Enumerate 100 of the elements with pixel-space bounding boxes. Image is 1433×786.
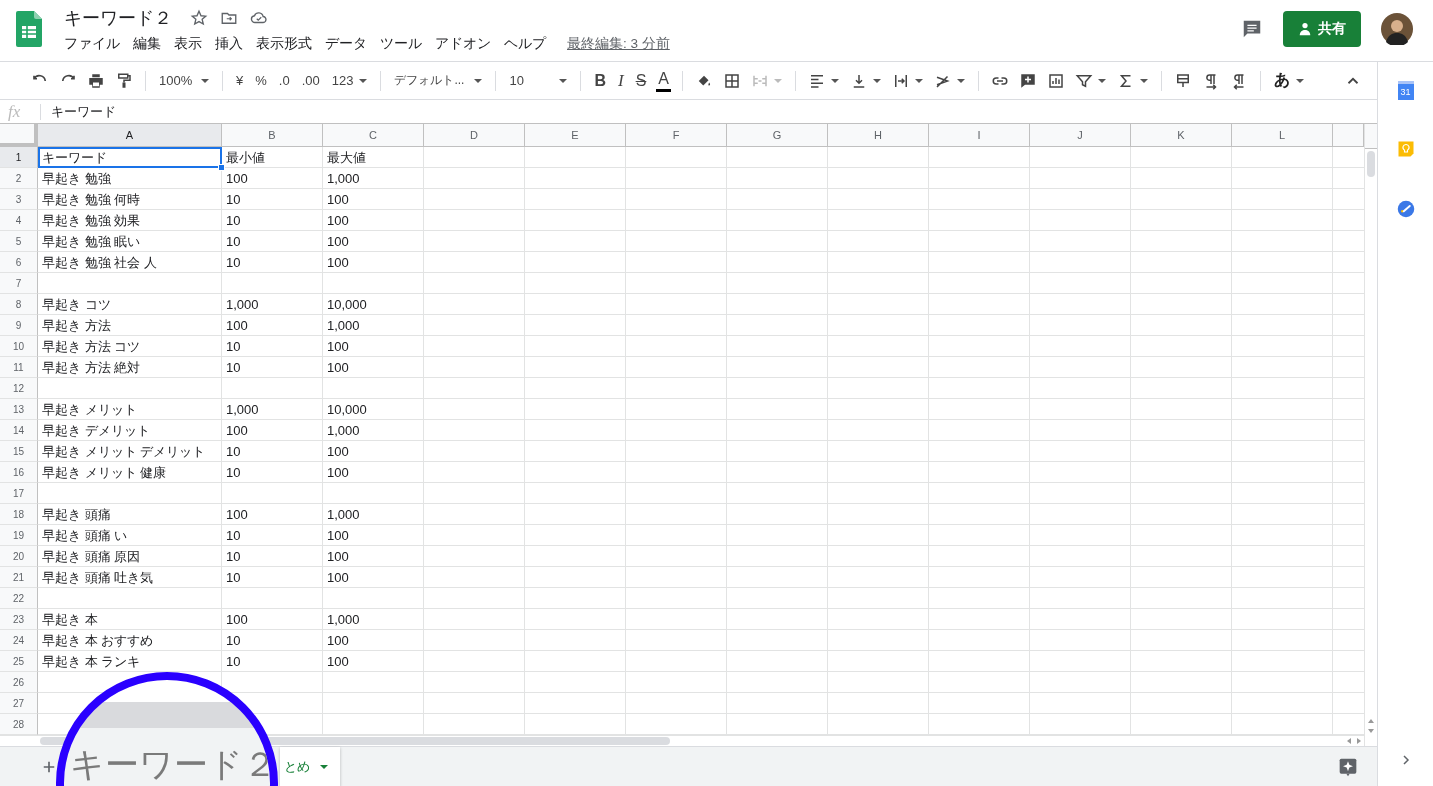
- table-cell-text: 1,000: [326, 506, 361, 524]
- currency-button[interactable]: ¥: [230, 67, 250, 94]
- row-header[interactable]: 25: [0, 651, 38, 672]
- row-header[interactable]: 23: [0, 609, 38, 630]
- table-cell-text: 100: [225, 506, 249, 524]
- strikethrough-button[interactable]: S: [629, 67, 653, 94]
- table-cell-text: 早起き 勉強 効果: [41, 211, 142, 230]
- sheet-tab[interactable]: とめ: [280, 746, 340, 786]
- input-tools-dropdown[interactable]: あ: [1268, 67, 1310, 94]
- column-header[interactable]: B: [222, 124, 323, 147]
- table-cell-text: 100: [326, 359, 350, 377]
- table-cell-text: 10: [225, 191, 242, 209]
- table-cell-text: 早起き メリット デメリット: [41, 442, 207, 461]
- vertical-scrollbar-thumb[interactable]: [1367, 151, 1375, 177]
- decrease-decimal-button[interactable]: .0: [272, 67, 296, 94]
- scroll-down-icon[interactable]: [1368, 729, 1374, 733]
- table-cell-text: 10,000: [326, 401, 368, 419]
- column-header[interactable]: C: [323, 124, 424, 147]
- bold-button[interactable]: B: [588, 67, 612, 94]
- sheets-logo-icon[interactable]: [16, 11, 42, 47]
- row-header[interactable]: 11: [0, 357, 38, 378]
- caret-icon[interactable]: [1098, 78, 1106, 83]
- menu-item[interactable]: アドオン: [435, 35, 491, 53]
- row-header[interactable]: 27: [0, 693, 38, 714]
- menu-item[interactable]: ファイル: [64, 35, 120, 53]
- column-header[interactable]: I: [929, 124, 1030, 147]
- zoom-dropdown[interactable]: 100%: [153, 67, 215, 94]
- share-button[interactable]: 共有: [1283, 11, 1361, 47]
- table-cell-text: 早起き 勉強 社会 人: [41, 253, 158, 272]
- row-header[interactable]: 28: [0, 714, 38, 735]
- caret-icon[interactable]: [915, 78, 923, 83]
- caret-icon[interactable]: [1140, 78, 1148, 83]
- row-header[interactable]: 5: [0, 231, 38, 252]
- document-title[interactable]: キーワード２: [64, 6, 172, 30]
- table-cell-text: 早起き 方法 絶対: [41, 358, 142, 377]
- row-header[interactable]: 22: [0, 588, 38, 609]
- row-header[interactable]: 26: [0, 672, 38, 693]
- column-header[interactable]: L: [1232, 124, 1333, 147]
- check-circle-icon[interactable]: [1396, 200, 1415, 218]
- row-header[interactable]: 19: [0, 525, 38, 546]
- table-cell-text: 早起き メリット 健康: [41, 463, 168, 482]
- column-header[interactable]: E: [525, 124, 626, 147]
- column-header[interactable]: F: [626, 124, 727, 147]
- row-header[interactable]: 16: [0, 462, 38, 483]
- menu-item[interactable]: 表示形式: [256, 35, 312, 53]
- column-header[interactable]: G: [727, 124, 828, 147]
- row-header[interactable]: 7: [0, 273, 38, 294]
- table-cell-text: 10: [225, 338, 242, 356]
- table-cell-text: 10: [225, 233, 242, 251]
- row-header[interactable]: 6: [0, 252, 38, 273]
- caret-icon[interactable]: [957, 78, 965, 83]
- row-header[interactable]: 9: [0, 315, 38, 336]
- menu-item[interactable]: ツール: [380, 35, 422, 53]
- table-cell-text: 100: [326, 653, 350, 671]
- menu-item[interactable]: ヘルプ: [504, 35, 546, 53]
- row-header[interactable]: 13: [0, 399, 38, 420]
- caret-icon[interactable]: [873, 78, 881, 83]
- row-header[interactable]: 3: [0, 189, 38, 210]
- star-icon[interactable]: [190, 9, 208, 27]
- font-size-dropdown[interactable]: 10: [503, 67, 574, 94]
- row-header[interactable]: 18: [0, 504, 38, 525]
- row-header[interactable]: 12: [0, 378, 38, 399]
- percent-button[interactable]: %: [249, 67, 273, 94]
- table-cell-text: 早起き 方法 コツ: [41, 337, 142, 356]
- table-cell-text: 100: [326, 464, 350, 482]
- column-header[interactable]: J: [1030, 124, 1131, 147]
- caret-icon[interactable]: [831, 78, 839, 83]
- row-header[interactable]: 14: [0, 420, 38, 441]
- row-header[interactable]: 2: [0, 168, 38, 189]
- font-dropdown[interactable]: デフォルト...: [388, 67, 489, 94]
- menu-item[interactable]: データ: [325, 35, 367, 53]
- table-cell-text: 10,000: [326, 296, 368, 314]
- column-header[interactable]: H: [828, 124, 929, 147]
- table-cell-text: 早起き 方法: [41, 316, 112, 335]
- row-header[interactable]: 24: [0, 630, 38, 651]
- table-cell-text: 最大値: [326, 148, 367, 167]
- avatar[interactable]: [1381, 13, 1413, 45]
- column-header[interactable]: K: [1131, 124, 1232, 147]
- menu-item[interactable]: 挿入: [215, 35, 243, 53]
- menu-item[interactable]: 表示: [174, 35, 202, 53]
- row-header[interactable]: 15: [0, 441, 38, 462]
- row-header[interactable]: 21: [0, 567, 38, 588]
- last-edit-link[interactable]: 最終編集: 3 分前: [567, 35, 670, 53]
- row-header[interactable]: 10: [0, 336, 38, 357]
- row-header[interactable]: 8: [0, 294, 38, 315]
- row-header[interactable]: 4: [0, 210, 38, 231]
- menu-item[interactable]: 編集: [133, 35, 161, 53]
- increase-decimal-button[interactable]: .00: [295, 67, 326, 94]
- more-formats-dropdown[interactable]: 123: [325, 67, 374, 94]
- formula-input[interactable]: キーワード: [41, 102, 116, 121]
- text-color-button[interactable]: A: [656, 69, 671, 92]
- row-header[interactable]: 20: [0, 546, 38, 567]
- column-header[interactable]: D: [424, 124, 525, 147]
- column-header[interactable]: A: [38, 124, 222, 147]
- table-cell-text: 早起き 頭痛 い: [41, 526, 129, 545]
- scroll-up-icon[interactable]: [1368, 719, 1374, 723]
- row-header[interactable]: 17: [0, 483, 38, 504]
- row-header[interactable]: 1: [0, 147, 38, 168]
- calendar-icon[interactable]: 31: [1397, 81, 1414, 100]
- italic-button[interactable]: I: [612, 67, 630, 94]
